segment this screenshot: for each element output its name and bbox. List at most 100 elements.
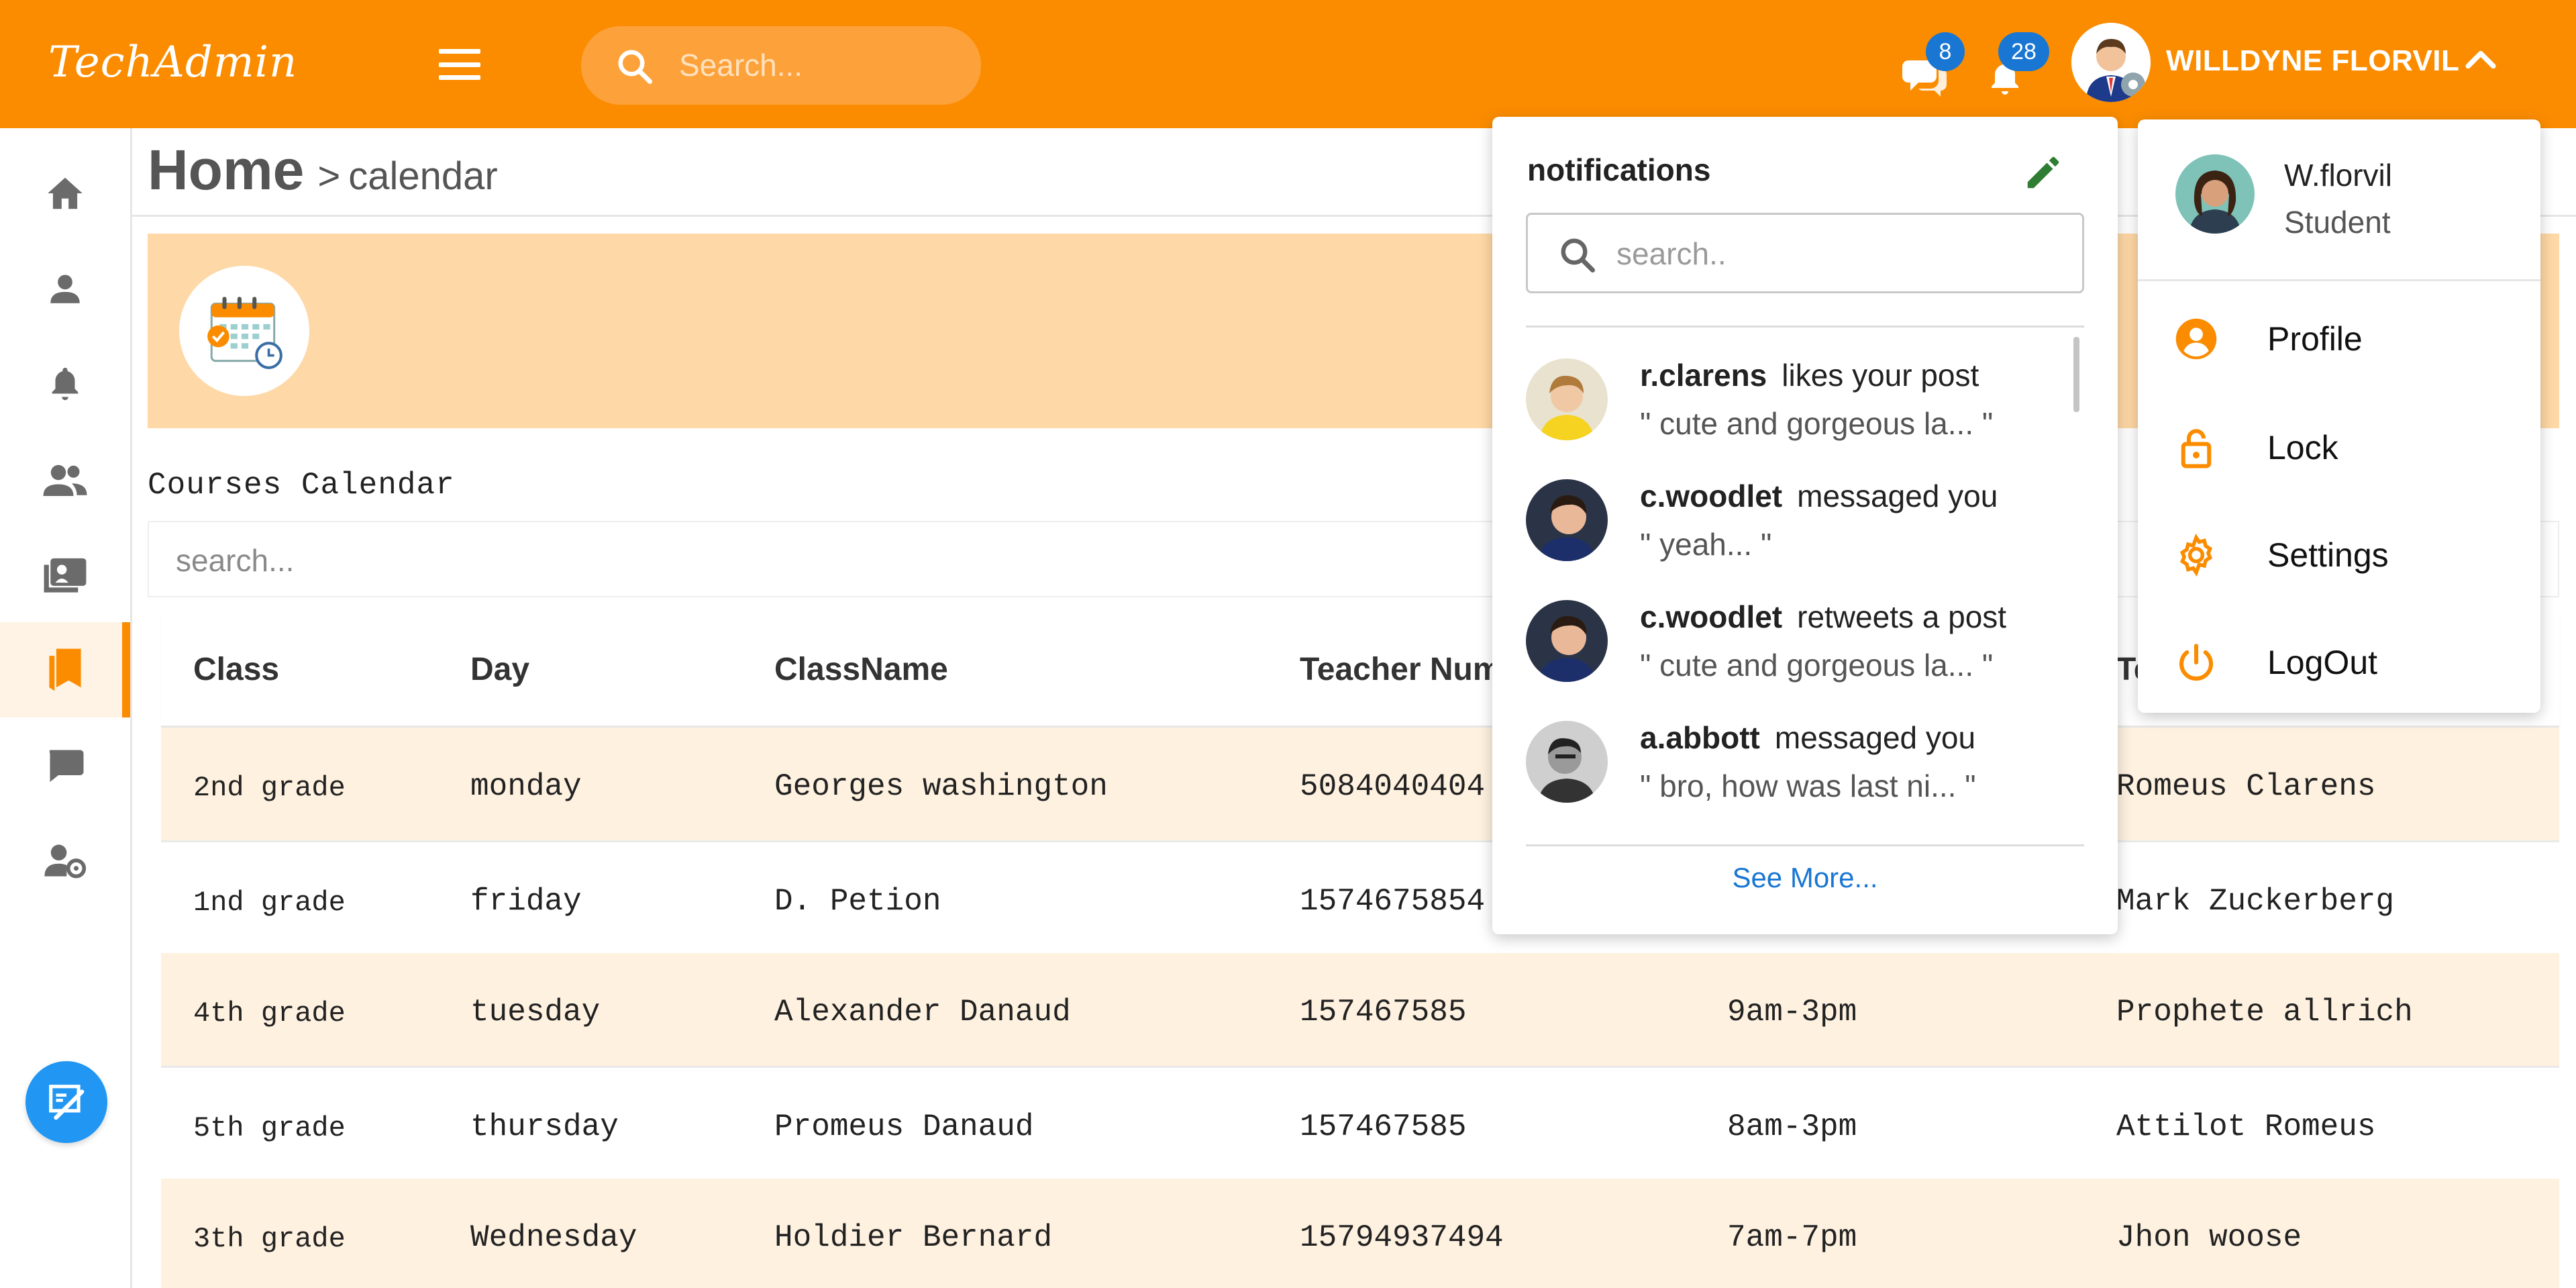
menu-item-profile[interactable]: Profile	[2138, 287, 2540, 388]
divider	[1526, 844, 2084, 846]
table-cell: Wednesday	[470, 1220, 637, 1255]
table-row[interactable]: 1nd grade friday D. Petion 1574675854 Ma…	[161, 840, 2559, 953]
column-header[interactable]: Teacher Num	[1300, 651, 1502, 688]
notification-action: likes your post	[1782, 358, 1979, 393]
table-cell: Georges washington	[774, 769, 1108, 804]
search-icon	[1561, 238, 1595, 273]
table-cell: 2nd grade	[193, 772, 346, 804]
notification-item[interactable]: r.clarens likes your post " cute and gorg…	[1526, 344, 2063, 458]
sidebar-item-home[interactable]	[0, 146, 130, 241]
table-cell: D. Petion	[774, 884, 941, 919]
section-title: Courses Calendar	[148, 468, 455, 503]
notification-user[interactable]: a.abbott	[1640, 720, 1760, 755]
sidebar-item-courses[interactable]	[0, 622, 130, 717]
table-cell: 7am-7pm	[1727, 1220, 1857, 1255]
avatar	[1526, 358, 1608, 440]
sidebar-item-user-settings[interactable]	[0, 813, 130, 908]
table-row[interactable]: 5th grade thursday Promeus Danaud 157467…	[161, 1066, 2559, 1179]
people-icon	[43, 464, 87, 496]
avatar	[1526, 600, 1608, 682]
see-more-link[interactable]: See More...	[1492, 862, 2118, 894]
table-cell: Prophete allrich	[2116, 995, 2413, 1030]
column-header[interactable]: Class	[193, 651, 279, 688]
sidebar-fab-edit[interactable]	[25, 1061, 107, 1143]
table-cell: Jhon woose	[2116, 1220, 2302, 1255]
table-cell: tuesday	[470, 995, 601, 1030]
table-cell: Romeus Clarens	[2116, 769, 2376, 804]
table-cell: 4th grade	[193, 997, 346, 1030]
menu-item-settings[interactable]: Settings	[2138, 503, 2540, 604]
notification-text: r.clarens likes your post	[1640, 357, 1979, 393]
notification-preview: " cute and gorgeous la... "	[1640, 648, 1994, 683]
user-settings-icon	[44, 844, 87, 879]
top-bar: TechAdmin 8 28	[0, 0, 2576, 128]
messages-badge: 8	[1926, 32, 1965, 71]
chat-bubble-icon	[49, 750, 84, 782]
table-row[interactable]: 4th grade tuesday Alexander Danaud 15746…	[161, 953, 2559, 1066]
search-icon	[618, 50, 652, 84]
notification-item[interactable]: c.woodlet retweets a post " cute and gorg…	[1526, 585, 2063, 699]
edit-icon[interactable]	[2022, 152, 2064, 197]
notification-user[interactable]: c.woodlet	[1640, 479, 1782, 513]
sidebar-item-media[interactable]	[0, 527, 130, 622]
menu-item-lock[interactable]: Lock	[2138, 396, 2540, 497]
notifications-dropdown: notifications r.clarens likes your post "…	[1492, 117, 2118, 934]
menu-item-logout[interactable]: LogOut	[2138, 611, 2540, 711]
power-icon	[2179, 644, 2214, 681]
table-cell: 3th grade	[193, 1223, 346, 1255]
user-avatar[interactable]	[2071, 23, 2151, 102]
menu-toggle-icon[interactable]	[439, 49, 480, 80]
table-cell: 8am-3pm	[1727, 1109, 1857, 1144]
notifications-search-input[interactable]	[1616, 230, 2059, 278]
menu-item-label: Lock	[2267, 429, 2338, 466]
column-header[interactable]: Day	[470, 651, 529, 688]
menu-item-label: LogOut	[2267, 644, 2378, 681]
breadcrumb-separator: >	[317, 154, 341, 198]
lock-open-icon	[2181, 429, 2212, 468]
table-cell: Holdier Bernard	[774, 1220, 1053, 1255]
table-cell: 15794937494	[1300, 1220, 1504, 1255]
notification-user[interactable]: c.woodlet	[1640, 599, 1782, 634]
divider	[1526, 326, 2084, 328]
brand-logo[interactable]: TechAdmin	[48, 38, 297, 87]
notification-text: c.woodlet retweets a post	[1640, 599, 2006, 635]
table-row[interactable]: 2nd grade monday Georges washington 5084…	[161, 728, 2559, 840]
divider	[2138, 279, 2540, 281]
menu-item-label: Settings	[2267, 536, 2389, 574]
notification-action: retweets a post	[1797, 599, 2007, 634]
notifications-search	[1526, 213, 2084, 293]
edit-board-icon	[49, 1085, 85, 1120]
notifications-title: notifications	[1527, 152, 1711, 187]
chevron-up-icon[interactable]	[2464, 46, 2497, 76]
sidebar-item-people[interactable]	[0, 432, 130, 527]
table-cell: 9am-3pm	[1727, 995, 1857, 1030]
sidebar-item-profile[interactable]	[0, 241, 130, 336]
table-cell: 5084040404	[1300, 769, 1486, 804]
home-icon	[48, 177, 83, 209]
notification-user[interactable]: r.clarens	[1640, 358, 1767, 393]
table-cell: Mark Zuckerberg	[2116, 884, 2395, 919]
table-cell: 1nd grade	[193, 887, 346, 919]
menu-item-label: Profile	[2267, 320, 2363, 358]
table-cell: 157467585	[1300, 995, 1467, 1030]
sidebar-item-chat[interactable]	[0, 717, 130, 813]
table-cell: thursday	[470, 1109, 619, 1144]
table-cell: Attilot Romeus	[2116, 1109, 2376, 1144]
notification-item[interactable]: a.abbott messaged you " bro, how was last…	[1526, 706, 2063, 820]
notification-text: c.woodlet messaged you	[1640, 478, 1998, 514]
table-search-input[interactable]	[176, 537, 1384, 584]
notification-item[interactable]: c.woodlet messaged you " yeah... "	[1526, 464, 2063, 579]
scrollbar[interactable]	[2073, 337, 2079, 412]
avatar	[1526, 479, 1608, 561]
avatar	[2175, 154, 2255, 234]
calendar-icon	[207, 297, 282, 369]
profile-name: W.florvil	[2284, 158, 2392, 193]
notification-preview: " cute and gorgeous la... "	[1640, 406, 1994, 441]
user-name[interactable]: WILLDYNE FLORVIL	[2166, 44, 2459, 78]
column-header[interactable]: ClassName	[774, 651, 948, 688]
breadcrumb-home[interactable]: Home	[148, 138, 304, 203]
table-row[interactable]: 3th grade Wednesday Holdier Bernard 1579…	[161, 1179, 2559, 1288]
notification-text: a.abbott messaged you	[1640, 720, 1975, 756]
sidebar-item-notifications[interactable]	[0, 336, 130, 432]
header-search-input[interactable]	[679, 41, 961, 89]
